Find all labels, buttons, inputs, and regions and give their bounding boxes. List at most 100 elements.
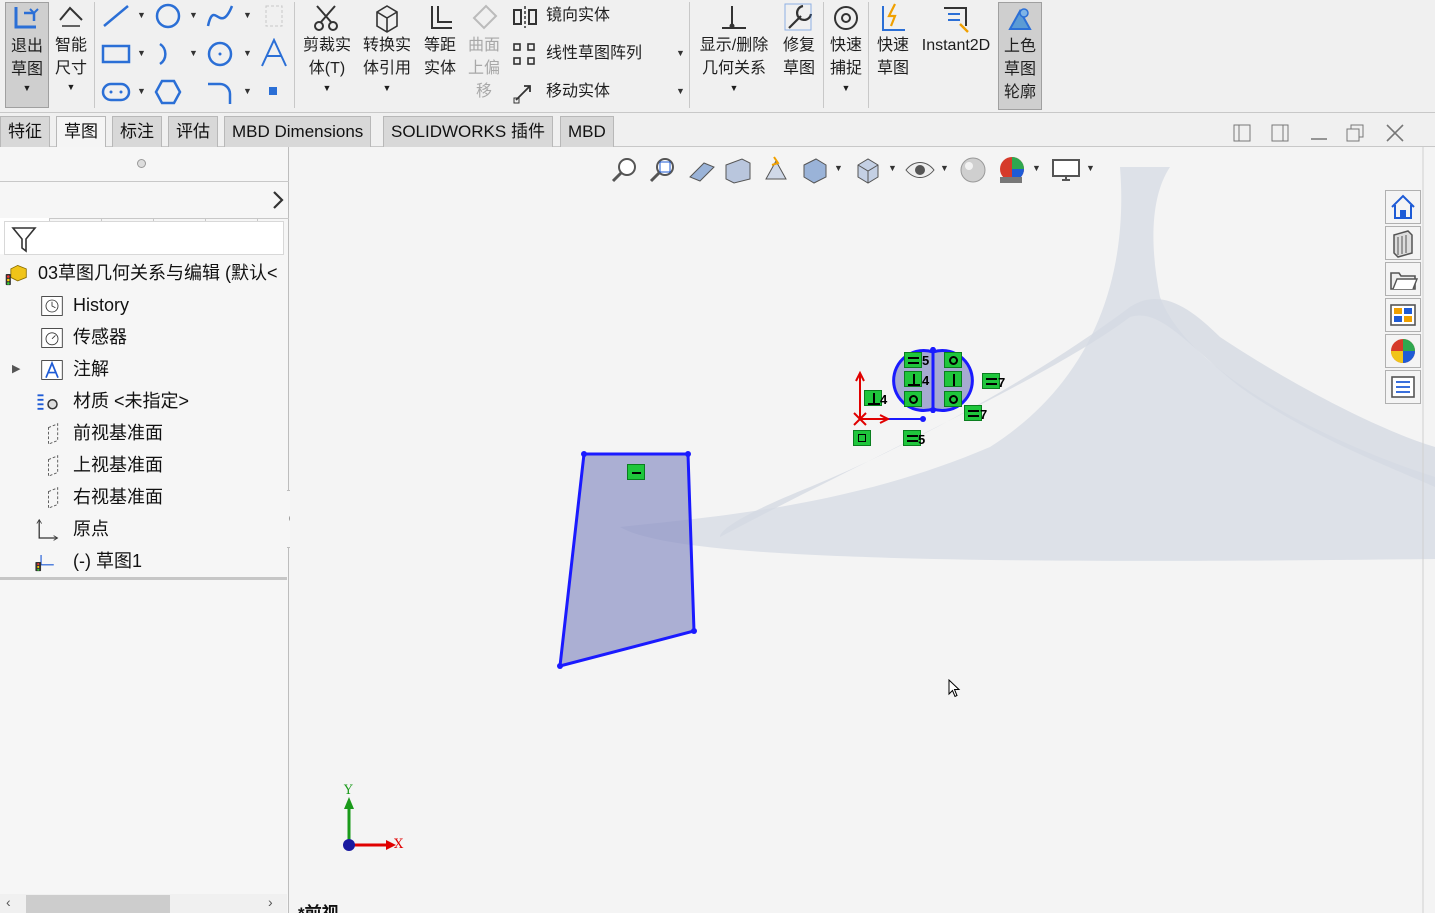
fillet-icon[interactable] [204,78,238,106]
relation-perpendicular-marker[interactable] [904,371,922,387]
tree-item-top-plane[interactable]: 上视基准面 [0,449,289,481]
tab-mbd-dimensions[interactable]: MBD Dimensions [224,116,372,147]
scroll-left-icon[interactable]: ‹ [6,894,11,910]
tree-item-annotations[interactable]: ▶ 注解 [0,353,289,385]
line-dropdown-icon[interactable]: ▼ [137,10,146,20]
view-palette-icon [1390,304,1416,326]
ellipse-dropdown-icon[interactable]: ▼ [243,48,252,58]
tab-solidworks-addins[interactable]: SOLIDWORKS 插件 [383,116,553,147]
exit-sketch-button[interactable]: 退出 草图 ▼ [5,2,49,108]
move-dropdown-icon[interactable]: ▼ [676,86,685,96]
instant2d-button[interactable]: Instant2D [917,2,995,57]
tree-item-front-plane[interactable]: 前视基准面 [0,417,289,449]
shaded-contours-label-3: 轮廓 [1003,84,1036,101]
annotation-icon [41,360,63,380]
offset-entities-button[interactable]: 等距 实体 [418,2,462,80]
panel-splitter-handle[interactable] [137,159,146,168]
tree-item-material[interactable]: 材质 <未指定> [0,385,289,417]
circle-icon[interactable] [152,2,186,30]
horizontal-scrollbar[interactable]: ‹ › [0,894,287,913]
tree-root-part[interactable]: 03草图几何关系与编辑 (默认< [0,257,289,289]
tab-sketch[interactable]: 草图 [56,116,106,147]
tree-item-sketch1[interactable]: (-) 草图1 [0,545,289,577]
scrollbar-thumb[interactable] [26,895,170,913]
tab-evaluate[interactable]: 评估 [168,116,218,147]
quick-snaps-button[interactable]: 快速 捕捉 ▼ [825,2,867,96]
view-name-label: *前视 [298,899,339,913]
rapid-sketch-button[interactable]: 快速 草图 [872,2,914,80]
graphics-area[interactable]: ▼ ▼ ▼ ▼ ▼ Y X 5 4 4 7 7 5 [290,147,1435,913]
rapid-sketch-label-2: 草图 [876,60,909,77]
relation-horizontal-marker[interactable] [627,464,645,480]
line-icon[interactable] [100,2,134,30]
rectangle-icon[interactable] [100,40,134,68]
ribbon-separator [868,2,869,108]
tree-item-sensors[interactable]: 传感器 [0,321,289,353]
convert-entities-button[interactable]: 转换实 体引用 ▼ [360,2,414,96]
relations-icon [722,6,746,29]
rectangle-dropdown-icon[interactable]: ▼ [137,48,146,58]
spline-dropdown-icon[interactable]: ▼ [243,10,252,20]
point-icon[interactable] [266,84,280,98]
fillet-dropdown-icon[interactable]: ▼ [243,86,252,96]
tree-item-label: 材质 <未指定> [73,391,190,411]
dock-left-icon[interactable] [1232,123,1254,143]
dock-right-icon[interactable] [1270,123,1292,143]
arc-dropdown-icon[interactable]: ▼ [189,48,198,58]
shaded-sketch-contours-button[interactable]: 上色 草图 轮廓 [998,2,1042,110]
linear-sketch-pattern-button[interactable]: 线性草图阵列 [546,44,642,64]
construction-icon[interactable] [262,2,288,30]
tab-features[interactable]: 特征 [0,116,50,147]
pattern-dropdown-icon[interactable]: ▼ [676,48,685,58]
polygon-icon[interactable] [152,78,186,106]
slot-icon[interactable] [100,78,134,106]
tree-filter-field[interactable] [4,221,284,255]
tab-markup[interactable]: 标注 [112,116,162,147]
relation-vertical-marker[interactable] [944,371,962,387]
minimize-icon[interactable] [1308,123,1330,143]
tree-item-label: History [73,295,130,315]
smart-dimension-icon [59,6,83,27]
sketch-quadrilateral[interactable] [558,452,696,669]
scroll-right-icon[interactable]: › [268,894,273,910]
close-icon[interactable] [1384,123,1406,143]
relation-equal-marker[interactable] [904,352,922,368]
text-icon[interactable] [258,38,290,70]
view-palette-tab[interactable] [1385,298,1421,332]
relation-tangent-marker[interactable] [944,391,962,407]
chevron-right-icon[interactable] [270,188,286,212]
repair-sketch-button[interactable]: 修复 草图 [778,2,820,80]
tree-item-origin[interactable]: 原点 [0,513,289,545]
expand-arrow-icon[interactable]: ▶ [12,353,20,385]
tree-item-label: 前视基准面 [73,423,163,443]
offset-on-surface-button[interactable]: 曲面 上偏 移 [463,2,505,103]
arc-icon[interactable] [152,40,186,68]
display-delete-relations-button[interactable]: 显示/删除 几何关系 ▼ [694,2,774,96]
trim-entities-button[interactable]: 剪裁实 体(T) ▼ [300,2,354,96]
chevron-down-icon: ▼ [322,83,332,93]
ellipse-icon[interactable] [204,40,238,68]
file-explorer-tab[interactable] [1385,262,1421,296]
relation-tangent-marker[interactable] [944,352,962,368]
slot-dropdown-icon[interactable]: ▼ [137,86,146,96]
tree-item-right-plane[interactable]: 右视基准面 [0,481,289,513]
solidworks-resources-tab[interactable] [1385,190,1421,224]
triad-x-label: X [394,837,404,852]
smart-dimension-button[interactable]: 智能 尺寸 ▼ [51,2,91,108]
mirror-entities-button[interactable]: 镜向实体 [546,6,610,26]
restore-icon[interactable] [1345,123,1367,143]
quick-snaps-icon [834,6,858,30]
spline-icon[interactable] [204,2,238,30]
move-entities-button[interactable]: 移动实体 [546,82,610,102]
smart-dimension-label-2: 尺寸 [54,60,87,77]
appearances-tab[interactable] [1385,334,1421,368]
circle-dropdown-icon[interactable]: ▼ [189,10,198,20]
custom-properties-tab[interactable] [1385,370,1421,404]
tree-item-history[interactable]: History [0,289,289,321]
appearance-sphere-icon [1391,339,1415,363]
relation-coincident-marker[interactable] [853,430,871,446]
tree-divider[interactable] [0,577,287,580]
tab-mbd[interactable]: MBD [560,116,614,147]
design-library-tab[interactable] [1385,226,1421,260]
relation-tangent-marker[interactable] [904,391,922,407]
